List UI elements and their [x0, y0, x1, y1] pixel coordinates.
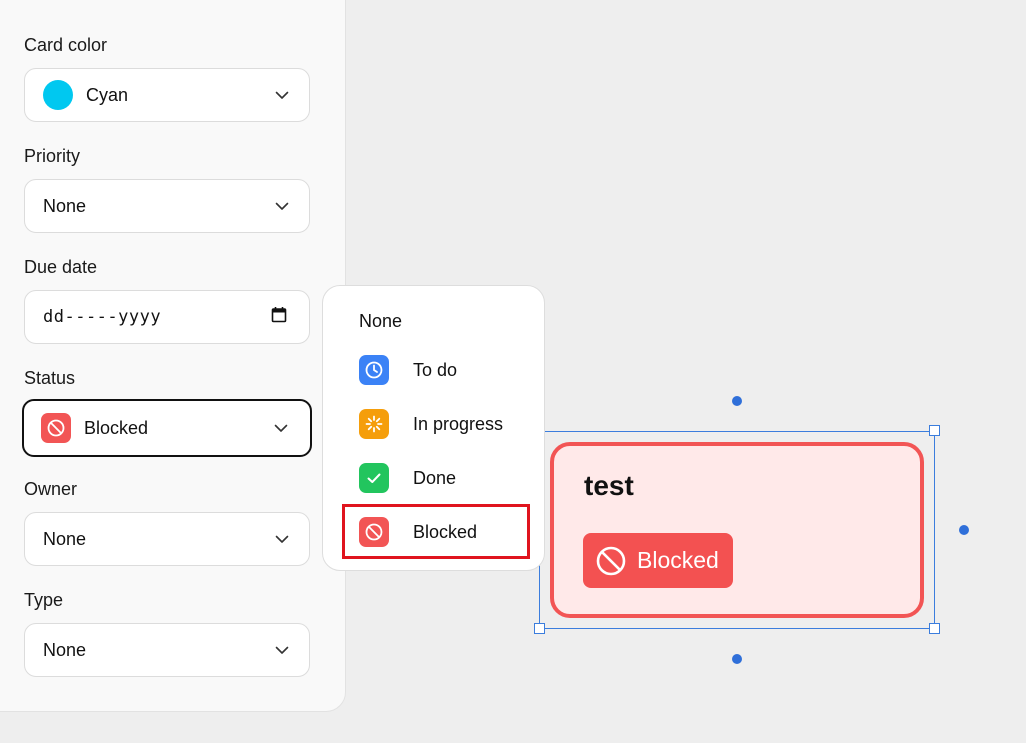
- resize-handle-top-right[interactable]: [929, 425, 940, 436]
- status-value: Blocked: [84, 417, 149, 438]
- type-value: None: [43, 639, 87, 660]
- check-icon: [359, 463, 389, 493]
- chevron-down-icon: [274, 421, 288, 435]
- owner-label: Owner: [24, 479, 78, 499]
- task-card[interactable]: test Blocked: [550, 442, 924, 618]
- due-date-placeholder: dd-----yyyy: [43, 307, 162, 327]
- blocked-icon: [359, 517, 389, 547]
- menu-item-none[interactable]: None: [359, 306, 402, 336]
- card-color-select[interactable]: Cyan: [24, 68, 310, 122]
- status-select[interactable]: Blocked: [22, 399, 312, 457]
- priority-value: None: [43, 195, 87, 216]
- menu-item-label: To do: [413, 359, 458, 380]
- menu-item-in-progress[interactable]: In progress: [359, 409, 503, 439]
- status-badge: Blocked: [583, 533, 733, 588]
- card-color-label: Card color: [24, 35, 108, 55]
- priority-label: Priority: [24, 146, 81, 166]
- status-label: Status: [24, 368, 76, 388]
- due-date-input[interactable]: dd-----yyyy: [24, 290, 310, 344]
- status-dropdown-menu: None To do In progress Done Blocked: [322, 285, 545, 571]
- status-badge-label: Blocked: [637, 547, 719, 573]
- owner-select[interactable]: None: [24, 512, 310, 566]
- connector-handle-bottom[interactable]: [732, 654, 742, 664]
- card-color-value: Cyan: [86, 84, 129, 105]
- due-date-label: Due date: [24, 257, 98, 277]
- menu-item-label: Blocked: [413, 521, 478, 542]
- menu-item-label: Done: [413, 467, 457, 488]
- menu-item-to-do[interactable]: To do: [359, 355, 457, 385]
- type-label: Type: [24, 590, 64, 610]
- menu-item-label: In progress: [413, 413, 504, 434]
- chevron-down-icon: [275, 643, 289, 657]
- color-swatch: [43, 80, 73, 110]
- connector-handle-top[interactable]: [732, 396, 742, 406]
- menu-item-label: None: [359, 310, 403, 331]
- resize-handle-bottom-right[interactable]: [929, 623, 940, 634]
- menu-item-done[interactable]: Done: [359, 463, 456, 493]
- calendar-icon[interactable]: [271, 306, 287, 328]
- clock-icon: [359, 355, 389, 385]
- chevron-down-icon: [275, 88, 289, 102]
- spinner-icon: [359, 409, 389, 439]
- card-title: test: [584, 470, 634, 501]
- chevron-down-icon: [275, 532, 289, 546]
- menu-item-blocked[interactable]: Blocked: [359, 517, 477, 547]
- connector-handle-right[interactable]: [959, 525, 969, 535]
- chevron-down-icon: [275, 199, 289, 213]
- owner-value: None: [43, 528, 87, 549]
- blocked-icon: [595, 545, 627, 577]
- blocked-icon: [41, 413, 71, 443]
- resize-handle-bottom-left[interactable]: [534, 623, 545, 634]
- type-select[interactable]: None: [24, 623, 310, 677]
- priority-select[interactable]: None: [24, 179, 310, 233]
